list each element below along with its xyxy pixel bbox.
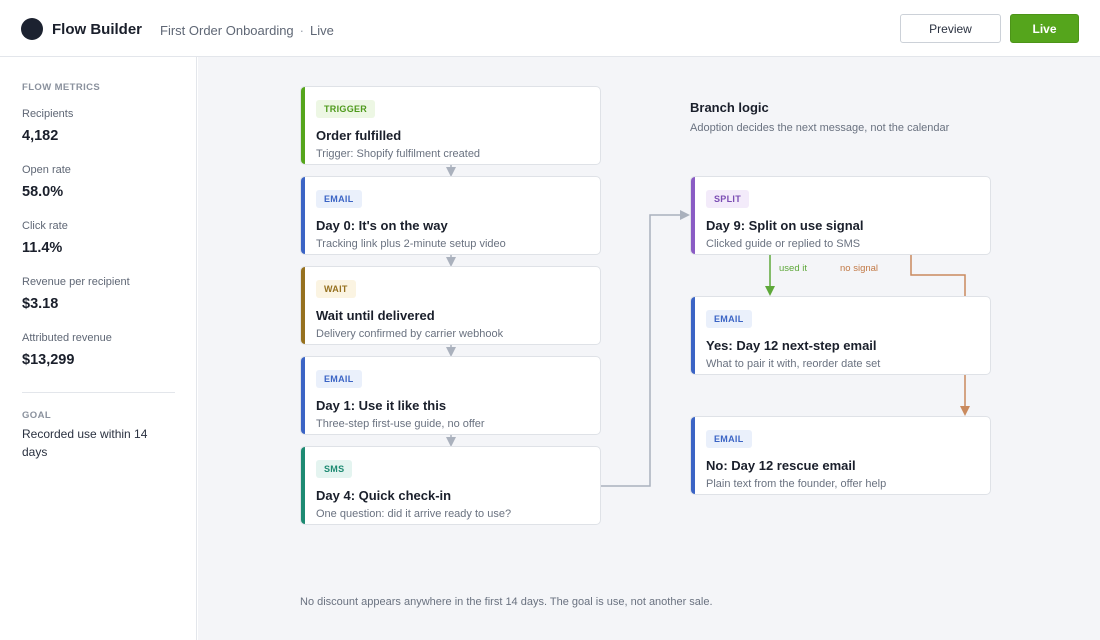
metric-open-rate: Open rate 58.0% — [22, 164, 71, 200]
live-button[interactable]: Live — [1010, 14, 1079, 43]
flow-status-text: Live — [310, 23, 334, 38]
goal-text: Recorded use within 14 days — [22, 427, 148, 459]
node-subtitle: Trigger: Shopify fulfilment created — [316, 148, 481, 160]
metric-value: $3.18 — [22, 296, 59, 312]
metrics-heading: FLOW METRICS — [22, 82, 101, 93]
node-type-badge: WAIT — [316, 280, 356, 298]
metric-label: Recipients — [22, 108, 74, 120]
node-accent-bar — [301, 87, 305, 164]
metric-click-rate: Click rate 11.4% — [22, 220, 68, 256]
metric-value: 4,182 — [22, 128, 59, 144]
node-email-no-day12[interactable]: EMAIL No: Day 12 rescue email Plain text… — [690, 416, 991, 495]
node-title: Wait until delivered — [316, 308, 435, 323]
node-accent-bar — [301, 267, 305, 344]
node-type-badge: SPLIT — [706, 190, 750, 208]
node-title: Day 9: Split on use signal — [706, 218, 864, 233]
branch-logic-title: Branch logic — [690, 100, 769, 115]
node-wait-delivered[interactable]: WAIT Wait until delivered Delivery confi… — [300, 266, 601, 345]
node-title: Yes: Day 12 next-step email — [706, 338, 877, 353]
breadcrumb: First Order Onboarding · Live — [160, 23, 334, 38]
metric-value: 11.4% — [22, 240, 63, 256]
metric-revenue-per-recipient: Revenue per recipient $3.18 — [22, 276, 130, 312]
node-accent-bar — [301, 447, 305, 524]
yes-path-label: used it — [779, 263, 807, 274]
node-title: Day 4: Quick check-in — [316, 488, 452, 503]
flow-footnote: No discount appears anywhere in the firs… — [300, 596, 713, 608]
goal-heading: GOAL — [22, 410, 52, 421]
node-subtitle: One question: did it arrive ready to use… — [316, 508, 512, 520]
metric-label: Click rate — [22, 220, 68, 232]
node-subtitle: Delivery confirmed by carrier webhook — [316, 328, 504, 340]
node-type-badge: EMAIL — [316, 190, 362, 208]
node-subtitle: Clicked guide or replied to SMS — [706, 238, 861, 250]
node-title: Day 1: Use it like this — [316, 398, 447, 413]
node-email-day0[interactable]: EMAIL Day 0: It's on the way Tracking li… — [300, 176, 601, 255]
preview-button[interactable]: Preview — [900, 14, 1001, 43]
node-subtitle: What to pair it with, reorder date set — [706, 358, 881, 370]
breadcrumb-separator: · — [299, 23, 305, 38]
node-accent-bar — [301, 177, 305, 254]
app-title: Flow Builder — [52, 21, 142, 38]
node-type-badge: EMAIL — [706, 310, 752, 328]
node-title: No: Day 12 rescue email — [706, 458, 856, 473]
metric-label: Revenue per recipient — [22, 276, 130, 288]
node-email-day1[interactable]: EMAIL Day 1: Use it like this Three-step… — [300, 356, 601, 435]
app-logo — [21, 18, 43, 40]
node-subtitle: Three-step first-use guide, no offer — [316, 418, 485, 430]
metric-value: $13,299 — [22, 352, 75, 368]
node-accent-bar — [691, 417, 695, 494]
branch-logic-subtitle: Adoption decides the next message, not t… — [690, 122, 950, 134]
node-type-badge: SMS — [316, 460, 353, 478]
metric-value: 58.0% — [22, 184, 64, 200]
node-split-day9[interactable]: SPLIT Day 9: Split on use signal Clicked… — [690, 176, 991, 255]
node-trigger-order-fulfilled[interactable]: TRIGGER Order fulfilled Trigger: Shopify… — [300, 86, 601, 165]
metric-attributed-revenue: Attributed revenue $13,299 — [22, 332, 112, 368]
node-accent-bar — [301, 357, 305, 434]
sidebar-divider — [22, 392, 175, 393]
top-bar: Flow Builder First Order Onboarding · Live… — [0, 0, 1100, 57]
metrics-sidebar: FLOW METRICS Recipients 4,182 Open rate … — [0, 57, 197, 640]
node-title: Order fulfilled — [316, 128, 402, 143]
metric-label: Attributed revenue — [22, 332, 112, 344]
node-type-badge: TRIGGER — [316, 100, 376, 118]
node-title: Day 0: It's on the way — [316, 218, 448, 233]
connector-day4-to-split — [601, 210, 690, 487]
metric-recipients: Recipients 4,182 — [22, 108, 73, 144]
node-subtitle: Tracking link plus 2-minute setup video — [316, 238, 506, 250]
node-type-badge: EMAIL — [706, 430, 752, 448]
flow-name: First Order Onboarding — [160, 23, 294, 38]
node-accent-bar — [691, 297, 695, 374]
node-type-badge: EMAIL — [316, 370, 362, 388]
metric-label: Open rate — [22, 164, 71, 176]
node-email-yes-day12[interactable]: EMAIL Yes: Day 12 next-step email What t… — [690, 296, 991, 375]
node-subtitle: Plain text from the founder, offer help — [706, 478, 887, 490]
node-sms-day4[interactable]: SMS Day 4: Quick check-in One question: … — [300, 446, 601, 525]
node-accent-bar — [691, 177, 695, 254]
flow-canvas: TRIGGER Order fulfilled Trigger: Shopify… — [198, 57, 1100, 640]
no-path-label: no signal — [840, 263, 879, 274]
